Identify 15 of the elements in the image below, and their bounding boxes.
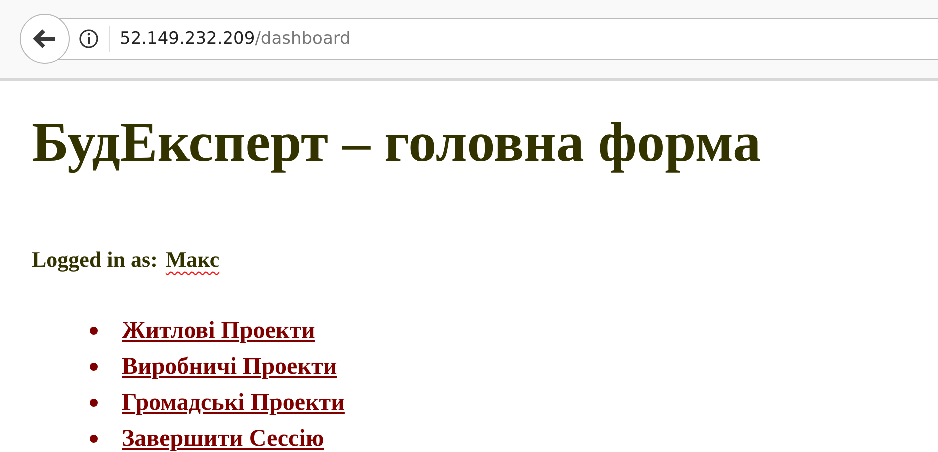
bullet-icon — [90, 399, 98, 407]
nav-link[interactable]: Житлові Проекти — [122, 318, 316, 344]
bullet-icon — [90, 363, 98, 371]
back-button[interactable] — [20, 14, 70, 64]
nav-link[interactable]: Виробничі Проекти — [122, 354, 338, 380]
bullet-icon — [90, 435, 98, 443]
back-arrow-icon — [33, 29, 57, 49]
nav-link[interactable]: Громадські Проекти — [122, 390, 345, 416]
bullet-icon — [90, 327, 98, 335]
user-name: Макс — [166, 247, 220, 273]
page-heading: БудЕксперт – головна форма — [32, 111, 762, 175]
address-field[interactable]: 52.149.232.209/dashboard — [58, 18, 938, 60]
login-label: Logged in as: — [32, 247, 158, 273]
info-icon[interactable] — [79, 29, 99, 49]
nav-link[interactable]: Завершити Сессію — [122, 426, 324, 452]
